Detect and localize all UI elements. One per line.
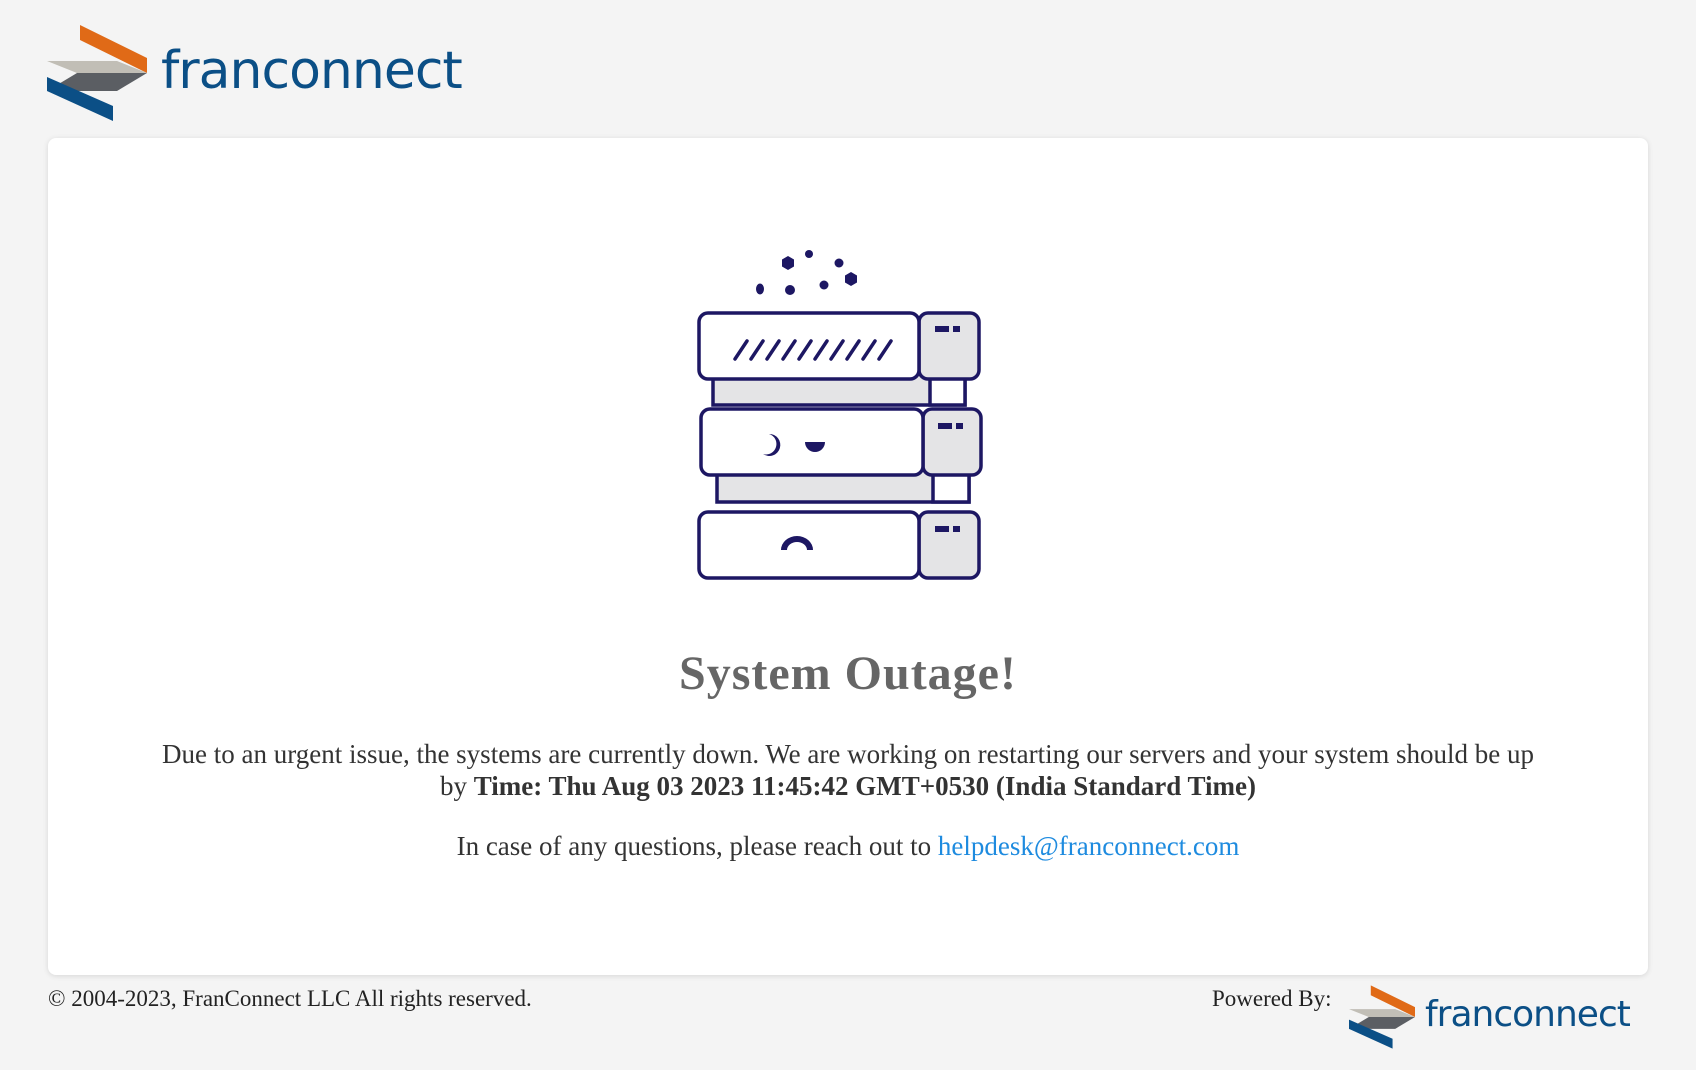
- contact-line: In case of any questions, please reach o…: [48, 831, 1648, 862]
- restore-time: Time: Thu Aug 03 2023 11:45:42 GMT+0530 …: [473, 771, 1256, 801]
- outage-card: System Outage! Due to an urgent issue, t…: [48, 138, 1648, 975]
- contact-text: In case of any questions, please reach o…: [456, 831, 932, 861]
- outage-message: Due to an urgent issue, the systems are …: [158, 738, 1538, 802]
- header-logo[interactable]: franconnect: [47, 25, 463, 121]
- server-outage-illustration: [697, 250, 983, 580]
- footer-logo[interactable]: franconnect: [1349, 985, 1631, 1049]
- header-logo-text: franconnect: [161, 41, 463, 101]
- footer-logo-text: franconnect: [1425, 993, 1631, 1035]
- franconnect-logo-icon: [1349, 985, 1415, 1049]
- page-title: System Outage!: [679, 647, 1017, 700]
- powered-by-label: Powered By:: [1212, 986, 1332, 1011]
- franconnect-logo-icon: [47, 25, 147, 121]
- helpdesk-email-link[interactable]: helpdesk@franconnect.com: [938, 831, 1240, 861]
- copyright-text: © 2004-2023, FranConnect LLC All rights …: [48, 986, 532, 1011]
